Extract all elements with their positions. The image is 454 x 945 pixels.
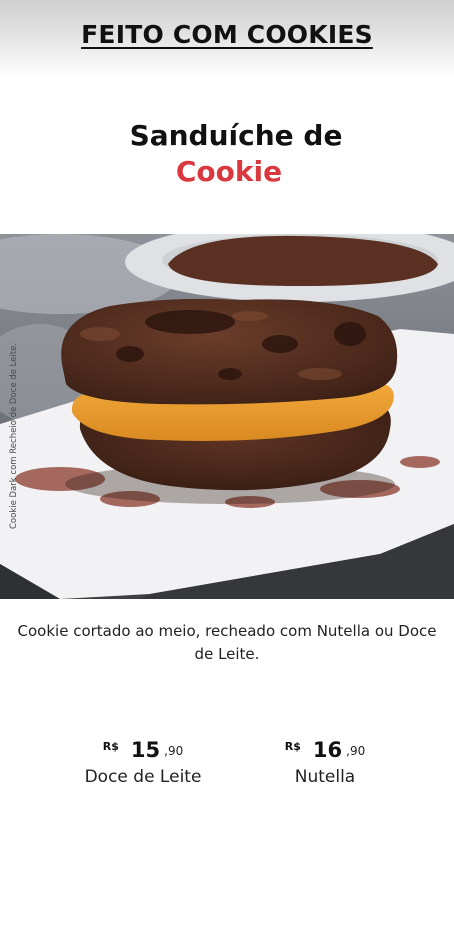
price-option-doce-de-leite[interactable]: R$ 15 ,90 Doce de Leite bbox=[63, 737, 223, 787]
price-cents: ,90 bbox=[346, 744, 366, 758]
product-title-line1: Sanduíche de bbox=[129, 119, 343, 152]
header-bar: FEITO COM COOKIES bbox=[0, 0, 454, 78]
product-photo bbox=[0, 234, 454, 599]
price-cents: ,90 bbox=[164, 744, 184, 758]
product-description: Cookie cortado ao meio, recheado com Nut… bbox=[17, 622, 437, 663]
product-title: Sanduíche de Cookie bbox=[0, 118, 454, 190]
price-value: R$ 16 ,90 bbox=[245, 737, 405, 765]
price-option-label: Nutella bbox=[294, 767, 356, 787]
price-option-nutella[interactable]: R$ 16 ,90 Nutella bbox=[245, 737, 405, 787]
photo-caption: Cookie Dark com Recheio de Doce de Leite… bbox=[9, 342, 19, 529]
product-title-line2: Cookie bbox=[175, 155, 283, 188]
price-integer: 15 bbox=[130, 738, 161, 762]
currency-label: R$ bbox=[284, 740, 301, 753]
price-value: R$ 15 ,90 bbox=[63, 737, 223, 765]
price-integer: 16 bbox=[312, 738, 343, 762]
brand-title[interactable]: FEITO COM COOKIES bbox=[0, 20, 454, 49]
price-option-label: Doce de Leite bbox=[84, 767, 202, 787]
currency-label: R$ bbox=[102, 740, 119, 753]
